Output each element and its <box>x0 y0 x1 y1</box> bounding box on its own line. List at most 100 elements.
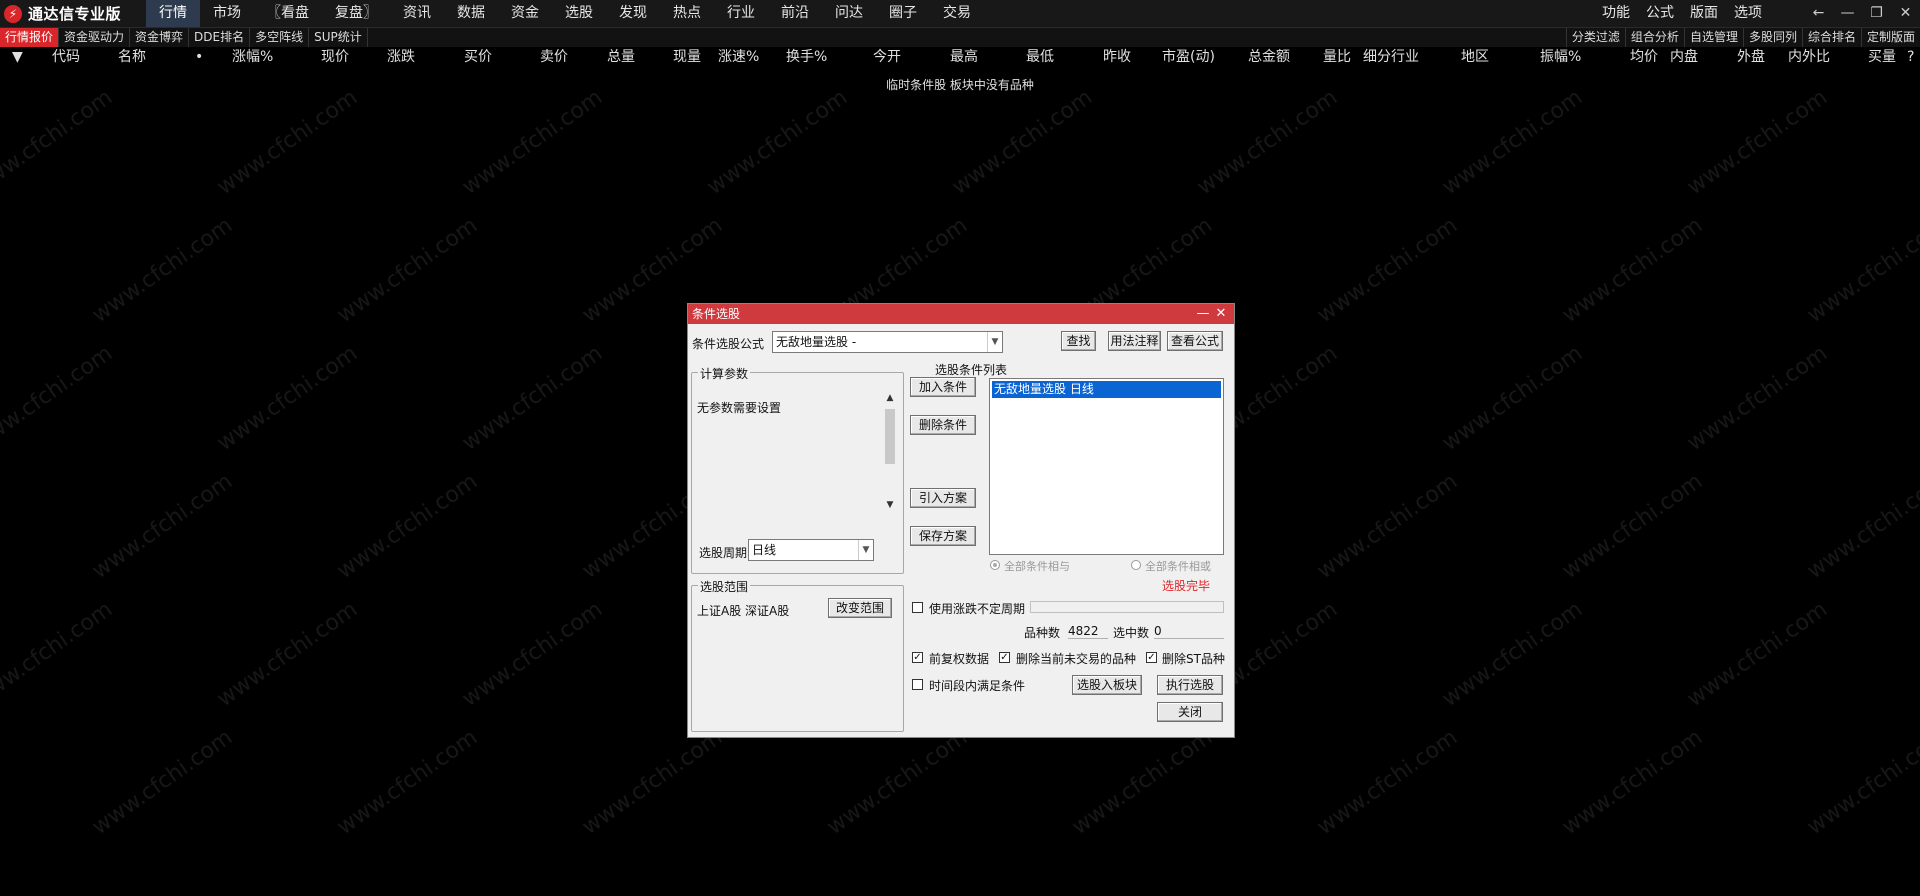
column-header[interactable]: 最低 <box>1026 47 1054 67</box>
period-range-field[interactable] <box>1030 601 1224 613</box>
toolbar-tab[interactable]: 行情报价 <box>0 28 60 47</box>
menu-item[interactable]: 交易 <box>930 0 984 27</box>
column-header[interactable]: 总量 <box>607 47 635 67</box>
usage-notes-button[interactable]: 用法注释 <box>1108 331 1161 351</box>
view-formula-button[interactable]: 查看公式 <box>1167 331 1223 351</box>
menu-item[interactable]: 圈子 <box>876 0 930 27</box>
add-condition-button[interactable]: 加入条件 <box>910 377 976 397</box>
right-menu-item[interactable]: 版面 <box>1682 0 1726 27</box>
toolbar-tab[interactable]: SUP统计 <box>309 28 368 47</box>
column-header[interactable]: 涨速% <box>718 47 759 67</box>
menu-item[interactable]: 〖看盘 <box>254 0 322 27</box>
menu-item[interactable]: 前沿 <box>768 0 822 27</box>
column-header[interactable]: 内外比 <box>1788 47 1830 67</box>
chevron-down-icon[interactable]: ▼ <box>987 332 1002 352</box>
change-scope-button[interactable]: 改变范围 <box>828 598 892 618</box>
toolbar-button[interactable]: 分类过滤 <box>1565 28 1625 47</box>
chevron-down-icon[interactable]: ▼ <box>858 540 873 560</box>
column-header[interactable]: ? <box>1907 47 1914 67</box>
menu-item[interactable]: 行情 <box>146 0 200 27</box>
column-header[interactable]: 外盘 <box>1737 47 1765 67</box>
column-header[interactable]: 名称 <box>118 47 146 67</box>
menu-item[interactable]: 资金 <box>498 0 552 27</box>
find-button[interactable]: 查找 <box>1061 331 1096 351</box>
column-header[interactable]: 总金额 <box>1248 47 1290 67</box>
minimize-icon[interactable]: — <box>1194 304 1212 324</box>
radio-all-or[interactable] <box>1131 560 1141 570</box>
menu-item[interactable]: 问达 <box>822 0 876 27</box>
prefix-data-checkbox[interactable]: ✓ <box>912 652 923 663</box>
column-header[interactable]: 现量 <box>673 47 701 67</box>
use-period-checkbox[interactable] <box>912 602 923 613</box>
window-controls: ← — ❐ ✕ <box>1804 0 1920 27</box>
execute-selection-button[interactable]: 执行选股 <box>1157 675 1223 695</box>
column-header[interactable]: 内盘 <box>1670 47 1698 67</box>
radio-all-and[interactable] <box>990 560 1000 570</box>
save-plan-button[interactable]: 保存方案 <box>910 526 976 546</box>
close-button[interactable]: 关闭 <box>1157 702 1223 722</box>
toolbar-tab[interactable]: 资金驱动力 <box>59 28 131 47</box>
scope-group-label: 选股范围 <box>698 578 751 595</box>
formula-select[interactable]: 无敌地量选股 - ▼ <box>772 331 1003 353</box>
toolbar-button[interactable]: 组合分析 <box>1624 28 1684 47</box>
column-header[interactable]: 均价 <box>1630 47 1658 67</box>
column-header[interactable]: 最高 <box>950 47 978 67</box>
menu-item[interactable]: 数据 <box>444 0 498 27</box>
toolbar-tab[interactable]: 多空阵线 <box>250 28 310 47</box>
watermark-text: www.cfchi.com <box>1682 340 1833 457</box>
toolbar-button[interactable]: 综合排名 <box>1801 28 1861 47</box>
restore-icon[interactable]: ❐ <box>1862 0 1891 27</box>
timerange-checkbox[interactable] <box>912 679 923 690</box>
column-header[interactable]: • <box>195 47 203 67</box>
list-item[interactable]: 无敌地量选股 日线 <box>992 381 1221 398</box>
delete-condition-button[interactable]: 删除条件 <box>910 415 976 435</box>
menu-item[interactable]: 热点 <box>660 0 714 27</box>
dialog-title-bar: 条件选股 — ✕ <box>688 304 1234 324</box>
toolbar-button[interactable]: 多股同列 <box>1742 28 1802 47</box>
menu-item[interactable]: 发现 <box>606 0 660 27</box>
column-header[interactable]: 市盈(动) <box>1162 47 1215 67</box>
column-header[interactable]: 涨跌 <box>387 47 415 67</box>
add-to-block-button[interactable]: 选股入板块 <box>1072 675 1142 695</box>
toolbar-button[interactable]: 自选管理 <box>1683 28 1743 47</box>
condition-list[interactable]: 无敌地量选股 日线 <box>989 378 1224 555</box>
column-header[interactable]: 量比 <box>1323 47 1351 67</box>
column-header[interactable]: 振幅% <box>1540 47 1581 67</box>
chevron-down-icon[interactable]: ▼ <box>883 500 897 510</box>
chevron-up-icon[interactable]: ▲ <box>883 393 897 403</box>
remove-st-checkbox[interactable]: ✓ <box>1146 652 1157 663</box>
column-header[interactable]: 涨幅% <box>232 47 273 67</box>
back-icon[interactable]: ← <box>1804 0 1833 27</box>
import-plan-button[interactable]: 引入方案 <box>910 488 976 508</box>
right-menu-item[interactable]: 公式 <box>1638 0 1682 27</box>
column-header[interactable]: 现价 <box>321 47 349 67</box>
menu-item[interactable]: 复盘〗 <box>322 0 390 27</box>
minimize-icon[interactable]: — <box>1833 0 1862 27</box>
column-header[interactable]: 今开 <box>873 47 901 67</box>
menu-item[interactable]: 市场 <box>200 0 254 27</box>
column-header[interactable]: 代码 <box>52 47 80 67</box>
toolbar-tab[interactable]: DDE排名 <box>189 28 251 47</box>
menu-item[interactable]: 行业 <box>714 0 768 27</box>
column-header[interactable]: 买量 <box>1868 47 1896 67</box>
column-header[interactable]: 细分行业 <box>1363 47 1419 67</box>
params-scrollbar[interactable]: ▲ ▼ <box>883 393 897 510</box>
toolbar-tab[interactable]: 资金博弈 <box>130 28 190 47</box>
period-select[interactable]: 日线 ▼ <box>748 539 874 561</box>
close-icon[interactable]: ✕ <box>1891 0 1920 27</box>
close-icon[interactable]: ✕ <box>1212 304 1230 324</box>
scrollbar-thumb[interactable] <box>885 409 895 464</box>
column-header[interactable]: 买价 <box>464 47 492 67</box>
column-header[interactable]: 卖价 <box>540 47 568 67</box>
column-header[interactable]: 地区 <box>1461 47 1489 67</box>
menu-item[interactable]: 资讯 <box>390 0 444 27</box>
column-header[interactable]: 换手% <box>786 47 827 67</box>
right-menu-item[interactable]: 选项 <box>1726 0 1770 27</box>
right-menu-item[interactable]: 功能 <box>1594 0 1638 27</box>
remove-inactive-label: 删除当前未交易的品种 <box>1016 652 1137 666</box>
column-header[interactable]: ▼ <box>12 47 23 67</box>
remove-inactive-checkbox[interactable]: ✓ <box>999 652 1010 663</box>
menu-item[interactable]: 选股 <box>552 0 606 27</box>
column-header[interactable]: 昨收 <box>1103 47 1131 67</box>
toolbar-button[interactable]: 定制版面 <box>1860 28 1920 47</box>
